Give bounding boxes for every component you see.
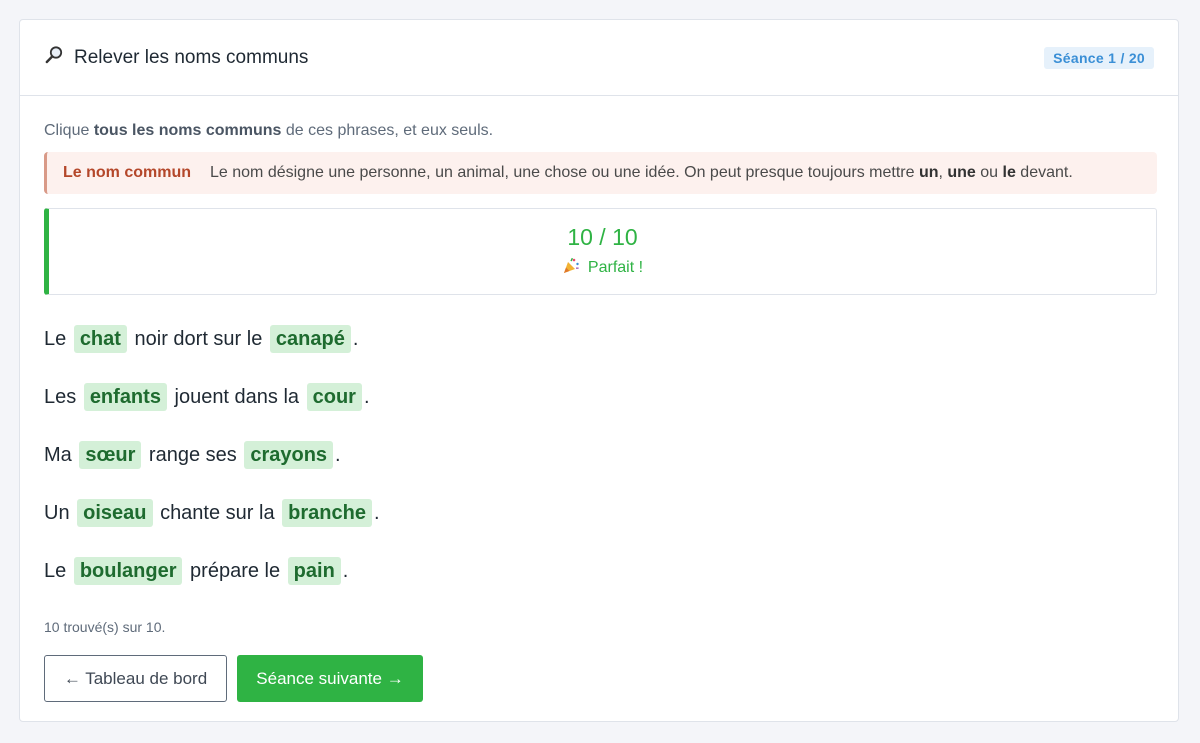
word[interactable]: jouent dans la — [175, 383, 300, 411]
word[interactable]: Ma — [44, 441, 72, 469]
found-count: 10 trouvé(s) sur 10. — [44, 619, 166, 635]
word[interactable]: Le — [44, 557, 66, 585]
word[interactable]: range ses — [149, 441, 237, 469]
score-box: 10 / 10 Parfait ! — [44, 208, 1157, 295]
noun-token[interactable]: oiseau — [77, 499, 153, 527]
sentence: Le boulanger prépare le pain. — [44, 557, 1154, 615]
header-title-group: Relever les noms communs — [44, 45, 308, 70]
session-badge: Séance 1 / 20 — [1044, 46, 1154, 69]
action-buttons: ← Tableau de bord Séance suivante → — [44, 655, 1154, 702]
sentence: Les enfants jouent dans la cour. — [44, 383, 1154, 441]
punctuation: . — [363, 386, 370, 408]
score-value: 10 / 10 — [567, 223, 638, 250]
page-title: Relever les noms communs — [74, 46, 309, 68]
word[interactable]: Un — [44, 499, 70, 527]
card-content: Clique tous les noms communs de ces phra… — [20, 96, 1178, 702]
punctuation: . — [352, 328, 359, 350]
word[interactable]: chante sur la — [160, 499, 275, 527]
noun-token[interactable]: canapé — [269, 325, 351, 353]
party-popper-icon — [562, 257, 580, 280]
noun-token[interactable]: boulanger — [73, 557, 183, 585]
rule-text-a: Le nom désigne une personne, un animal, … — [210, 164, 919, 181]
word[interactable]: noir dort sur le — [135, 325, 263, 353]
word[interactable]: Les — [44, 383, 76, 411]
rule-text: Le nom désigne une personne, un animal, … — [210, 164, 1073, 182]
punctuation: . — [342, 560, 349, 582]
sentence: Le chat noir dort sur le canapé. — [44, 325, 1154, 383]
word[interactable]: prépare le — [190, 557, 280, 585]
noun-token[interactable]: enfants — [83, 383, 167, 411]
rule-bold-une: une — [947, 164, 976, 181]
rule-sep-2: ou — [975, 164, 1003, 181]
noun-token[interactable]: crayons — [244, 441, 334, 469]
card-header: Relever les noms communs Séance 1 / 20 — [20, 20, 1178, 96]
instruction-suffix: de ces phrases, et eux seuls. — [281, 122, 494, 139]
instruction-emphasis: tous les noms communs — [93, 122, 282, 139]
magnifier-icon — [44, 45, 64, 70]
rule-box: Le nom commun Le nom désigne une personn… — [44, 152, 1157, 194]
sentence: Un oiseau chante sur la branche. — [44, 499, 1154, 557]
noun-token[interactable]: branche — [282, 499, 372, 527]
noun-token[interactable]: pain — [287, 557, 341, 585]
noun-token[interactable]: sœur — [79, 441, 142, 469]
punctuation: . — [335, 444, 341, 466]
dashboard-button[interactable]: ← Tableau de bord — [44, 655, 227, 702]
score-message-row: Parfait ! — [562, 257, 643, 280]
word[interactable]: Le — [44, 325, 66, 353]
sentence-list: Le chat noir dort sur le canapé. Les enf… — [44, 325, 1154, 615]
rule-text-b: devant. — [1015, 164, 1073, 181]
noun-token[interactable]: cour — [306, 383, 362, 411]
sentence: Ma sœur range ses crayons. — [44, 441, 1154, 499]
rule-bold-le: le — [1002, 164, 1016, 181]
rule-bold-un: un — [918, 164, 939, 181]
score-message: Parfait ! — [587, 259, 644, 276]
rule-label: Le nom commun — [63, 164, 192, 181]
noun-token[interactable]: chat — [73, 325, 127, 353]
next-session-button[interactable]: Séance suivante → — [237, 655, 423, 702]
instruction-text: Clique tous les noms communs de ces phra… — [44, 122, 1154, 140]
instruction-prefix: Clique — [44, 122, 94, 139]
punctuation: . — [373, 502, 380, 524]
exercise-card: Relever les noms communs Séance 1 / 20 C… — [19, 19, 1179, 722]
